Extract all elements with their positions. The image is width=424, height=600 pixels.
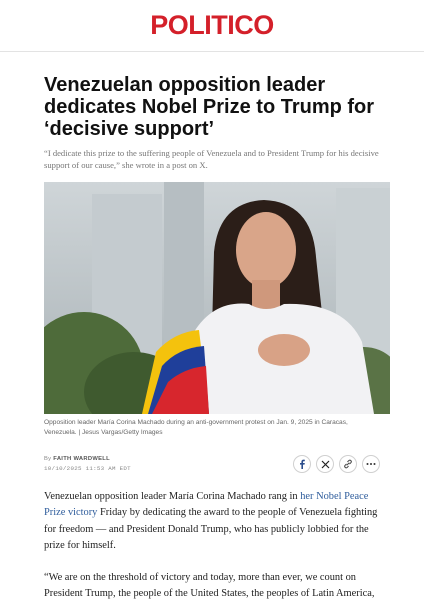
lead-photo xyxy=(44,182,390,414)
article: Venezuelan opposition leader dedicates N… xyxy=(0,74,424,600)
lead-figure: Opposition leader María Corina Machado d… xyxy=(44,182,390,437)
share-tools xyxy=(293,455,380,473)
link-icon xyxy=(344,459,352,469)
share-x-button[interactable] xyxy=(316,455,334,473)
share-more-button[interactable] xyxy=(362,455,380,473)
more-icon xyxy=(366,463,376,465)
publish-date: 10/10/2025 11:53 AM EDT xyxy=(44,465,131,472)
body-text-segment: Venezuelan opposition leader María Corin… xyxy=(44,491,301,502)
author-link[interactable]: FAITH WARDWELL xyxy=(53,456,110,462)
share-link-button[interactable] xyxy=(339,455,357,473)
article-body: Venezuelan opposition leader María Corin… xyxy=(44,489,380,600)
photo-caption: Opposition leader María Corina Machado d… xyxy=(44,419,348,436)
body-paragraph: “We are on the threshold of victory and … xyxy=(44,572,375,600)
body-paragraph: Venezuelan opposition leader María Corin… xyxy=(44,489,380,554)
byline-prefix: By xyxy=(44,456,52,462)
byline-row: By FAITH WARDWELL 10/10/2025 11:53 AM ED… xyxy=(44,447,380,481)
share-facebook-button[interactable] xyxy=(293,455,311,473)
x-icon xyxy=(321,460,329,468)
article-dek: “I dedicate this prize to the suffering … xyxy=(44,148,379,170)
politico-logo[interactable]: POLITICO xyxy=(150,10,274,41)
article-headline: Venezuelan opposition leader dedicates N… xyxy=(44,74,375,140)
lead-photo-illustration xyxy=(44,182,390,414)
facebook-icon xyxy=(300,459,305,469)
byline: By FAITH WARDWELL 10/10/2025 11:53 AM ED… xyxy=(44,455,131,473)
site-header: POLITICO xyxy=(0,0,424,52)
